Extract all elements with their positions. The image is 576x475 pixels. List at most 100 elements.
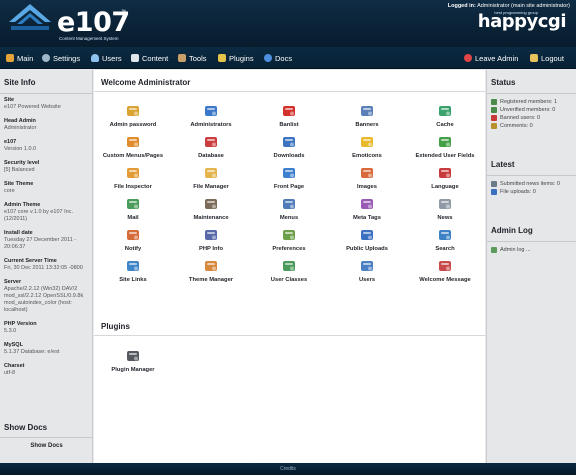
status-title: Status <box>487 70 576 94</box>
admin-item-custom-menus-pages[interactable]: Custom Menus/Pages <box>94 131 172 161</box>
admin-item-admin-password[interactable]: Admin password <box>94 100 172 130</box>
site-info-value: Version 1.0.0 <box>4 146 37 152</box>
admin-item-downloads[interactable]: Downloads <box>250 131 328 161</box>
admin-item-php-info[interactable]: PHP Info <box>172 224 250 254</box>
status-item: File uploads: 0 <box>491 188 572 196</box>
admin-item-label: Search <box>435 246 455 252</box>
admin-item-front-page[interactable]: Front Page <box>250 162 328 192</box>
nav-main[interactable]: Main <box>6 52 33 64</box>
admin-item-label: Mail <box>127 215 139 221</box>
monitor-icon <box>360 104 374 118</box>
credits-link[interactable]: Credits <box>280 466 296 472</box>
admin-item-label: Downloads <box>273 153 305 159</box>
site-info-item: Site e107 Powered Website <box>4 97 88 111</box>
member-icon <box>491 107 497 113</box>
admin-item-welcome-message[interactable]: Welcome Message <box>406 255 484 285</box>
site-info-label: MySQL <box>4 342 23 348</box>
site-info-label: Install date <box>4 230 33 236</box>
nav-plugins[interactable]: Plugins <box>218 52 254 64</box>
admin-item-images[interactable]: Images <box>328 162 406 192</box>
latest-list: Submitted news items: 0 File uploads: 0 <box>487 176 576 196</box>
admin-item-menus[interactable]: Menus <box>250 193 328 223</box>
nav-users[interactable]: Users <box>91 52 122 64</box>
key-icon <box>530 54 538 62</box>
user-plus-icon <box>438 135 452 149</box>
news-icon <box>438 197 452 211</box>
admin-item-label: Theme Manager <box>188 277 234 283</box>
admin-item-label: Banlist <box>279 122 299 128</box>
logged-in-user: Administrator (main site administrator) <box>477 3 570 9</box>
admin-log-label: Admin log ... <box>500 247 531 253</box>
admin-item-file-inspector[interactable]: File Inspector <box>94 162 172 192</box>
content-icon <box>131 54 139 62</box>
admin-item-administrators[interactable]: Administrators <box>172 100 250 130</box>
site-info-label: Current Server Time <box>4 258 57 264</box>
preferences-icon <box>282 228 296 242</box>
admin-item-theme-manager[interactable]: Theme Manager <box>172 255 250 285</box>
admin-item-meta-tags[interactable]: Meta Tags <box>328 193 406 223</box>
site-info-value: [5] Balanced <box>4 167 35 173</box>
menus-icon <box>282 197 296 211</box>
site-info-item: MySQL 5.1.37 Database: e/est <box>4 342 88 356</box>
admin-item-label: Images <box>357 184 377 190</box>
admin-item-label: Users <box>358 277 376 283</box>
nav-docs-label: Docs <box>275 53 293 63</box>
site-info-item: Install date Tuesday 27 December 2011 - 2… <box>4 230 88 251</box>
admin-log-link[interactable]: Admin log ... <box>491 246 572 254</box>
admin-item-extended-user-fields[interactable]: Extended User Fields <box>406 131 484 161</box>
magnifier-file-icon <box>126 166 140 180</box>
status-item: Registered members: 1 <box>491 98 572 106</box>
help-icon <box>264 54 272 62</box>
admin-item-label: Public Uploads <box>346 246 388 252</box>
download-arrow-icon <box>282 135 296 149</box>
admin-item-language[interactable]: Language <box>406 162 484 192</box>
show-docs-link[interactable]: Show Docs <box>0 443 93 449</box>
admin-item-label: News <box>437 215 453 221</box>
admin-item-cache[interactable]: Cache <box>406 100 484 130</box>
nav-logout[interactable]: Logout <box>530 52 564 64</box>
upload-small-icon <box>491 189 497 195</box>
admin-item-label: File Inspector <box>114 184 152 190</box>
admin-main-panel: Welcome Administrator Admin password Admi… <box>94 70 485 463</box>
admin-item-public-uploads[interactable]: Public Uploads <box>328 224 406 254</box>
admin-item-label: Cache <box>436 122 454 128</box>
site-info-item: e107 Version 1.0.0 <box>4 139 88 153</box>
nav-settings[interactable]: Settings <box>42 52 80 64</box>
admin-item-search[interactable]: Search <box>406 224 484 254</box>
admin-item-plugin-manager[interactable]: Plugin Manager <box>94 345 172 375</box>
nav-tools[interactable]: Tools <box>178 52 207 64</box>
logged-in-label: Logged in: <box>447 3 476 9</box>
front-page-icon <box>282 166 296 180</box>
admin-item-site-links[interactable]: Site Links <box>94 255 172 285</box>
images-icon <box>360 166 374 180</box>
admin-item-banlist[interactable]: Banlist <box>250 100 328 130</box>
site-info-value: core <box>4 188 15 194</box>
show-docs-title: Show Docs <box>0 418 93 438</box>
nav-tools-label: Tools <box>189 53 207 63</box>
admin-item-user-classes[interactable]: User Classes <box>250 255 328 285</box>
admin-item-mail[interactable]: Mail <box>94 193 172 223</box>
admin-item-label: Meta Tags <box>353 215 381 221</box>
admin-item-news[interactable]: News <box>406 193 484 223</box>
main-nav: Main Settings Users Content Tools Plugin… <box>0 47 576 69</box>
admin-item-label: Site Links <box>119 277 147 283</box>
admin-item-users[interactable]: Users <box>328 255 406 285</box>
e107-logo[interactable]: e107 ™ Content Management System <box>5 2 135 44</box>
nav-content[interactable]: Content <box>131 52 168 64</box>
admin-item-emoticons[interactable]: Emoticons <box>328 131 406 161</box>
banned-icon <box>491 115 497 121</box>
nav-docs[interactable]: Docs <box>264 52 292 64</box>
site-info-item: Server Apache/2.2.12 (Win32) DAV/2 mod_ss… <box>4 279 88 314</box>
admin-item-notify[interactable]: Notify <box>94 224 172 254</box>
admin-item-label: Extended User Fields <box>415 153 475 159</box>
admin-item-database[interactable]: Database <box>172 131 250 161</box>
admin-item-banners[interactable]: Banners <box>328 100 406 130</box>
site-info-item: Head Admin Administrator <box>4 118 88 132</box>
admin-item-maintenance[interactable]: Maintenance <box>172 193 250 223</box>
site-info-value: Fri, 30 Dec 2011 13:32:05 -0800 <box>4 265 83 271</box>
site-info-item: Admin Theme e107 core v.1.0 by e107 Inc. … <box>4 202 88 223</box>
nav-leave-admin[interactable]: Leave Admin <box>464 52 518 64</box>
admin-item-preferences[interactable]: Preferences <box>250 224 328 254</box>
admin-item-file-manager[interactable]: File Manager <box>172 162 250 192</box>
welcome-message-icon <box>438 259 452 273</box>
